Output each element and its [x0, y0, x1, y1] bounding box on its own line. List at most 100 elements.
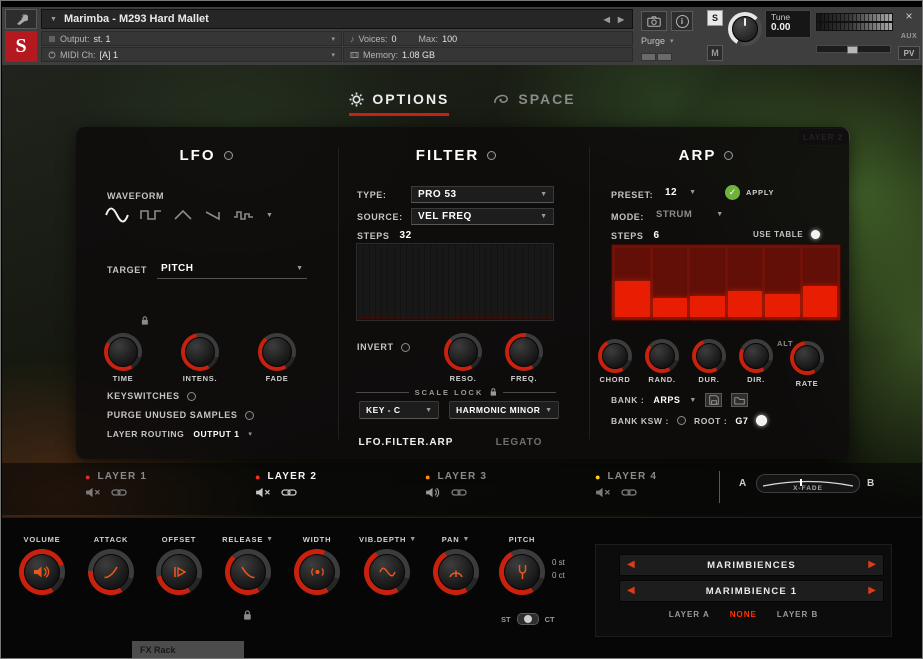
- snapshot-camera-button[interactable]: [641, 11, 667, 31]
- filter-step-cell[interactable]: [523, 245, 528, 319]
- arp-step-bar[interactable]: [803, 248, 838, 317]
- triangle-wave-icon[interactable]: [173, 207, 193, 223]
- bank-value[interactable]: ARPS: [653, 395, 680, 405]
- st-ct-toggle[interactable]: [517, 613, 539, 625]
- prev-instrument-icon[interactable]: ◀: [604, 15, 610, 24]
- filter-step-cell[interactable]: [486, 245, 491, 319]
- width-knob[interactable]: [294, 549, 340, 595]
- filter-step-cell[interactable]: [504, 245, 509, 319]
- filter-step-cell[interactable]: [474, 245, 479, 319]
- subtab-legato[interactable]: LEGATO: [487, 437, 551, 448]
- pitch-knob[interactable]: [499, 549, 545, 595]
- root-indicator[interactable]: [756, 415, 767, 426]
- bank-save-button[interactable]: [705, 393, 722, 407]
- filter-power-toggle[interactable]: [487, 151, 496, 160]
- arp-rate-knob[interactable]: [790, 341, 824, 375]
- tab-space[interactable]: SPACE: [493, 91, 575, 116]
- filter-step-cell[interactable]: [407, 245, 412, 319]
- ambience-layer-a[interactable]: LAYER A: [669, 610, 710, 619]
- layer-3-speaker-icon[interactable]: [425, 487, 441, 498]
- saw-wave-icon[interactable]: [204, 207, 222, 223]
- filter-type-dropdown[interactable]: PRO 53 ▼: [411, 186, 554, 203]
- filter-step-cell[interactable]: [382, 245, 387, 319]
- filter-step-cell[interactable]: [510, 245, 515, 319]
- arp-duration-knob[interactable]: [692, 339, 726, 373]
- pv-button[interactable]: PV: [898, 46, 920, 60]
- filter-frequency-knob[interactable]: [505, 333, 543, 371]
- filter-step-cell[interactable]: [358, 245, 363, 319]
- root-value[interactable]: G7: [735, 416, 748, 426]
- arp-step-bar[interactable]: [765, 248, 800, 317]
- filter-step-cell[interactable]: [516, 245, 521, 319]
- filter-step-cell[interactable]: [468, 245, 473, 319]
- arp-apply[interactable]: ✓ APPLY: [725, 185, 774, 200]
- filter-step-cell[interactable]: [498, 245, 503, 319]
- master-pan-slider[interactable]: [816, 45, 891, 53]
- tab-performance[interactable]: Performance: [2, 639, 130, 659]
- arp-chord-knob[interactable]: [598, 339, 632, 373]
- midi-value[interactable]: [A] 1: [100, 50, 119, 60]
- output-row[interactable]: Output: st. 1 ▾: [41, 31, 342, 46]
- filter-source-dropdown[interactable]: VEL FREQ ▼: [411, 208, 554, 225]
- arp-step-bar[interactable]: [653, 248, 688, 317]
- filter-step-cell[interactable]: [541, 245, 546, 319]
- filter-step-cell[interactable]: [370, 245, 375, 319]
- bottom-lock-icon[interactable]: [242, 609, 252, 621]
- offset-knob[interactable]: [156, 549, 202, 595]
- layer-4-mute-icon[interactable]: [595, 487, 611, 498]
- wrench-button[interactable]: [5, 9, 37, 29]
- lfo-intensity-knob[interactable]: [181, 333, 219, 371]
- filter-steps-value[interactable]: 32: [400, 230, 412, 241]
- ambience-preset-next-icon[interactable]: ▶: [868, 586, 876, 596]
- output-value[interactable]: st. 1: [94, 34, 111, 44]
- layer-2-mute-icon[interactable]: [255, 487, 271, 498]
- volume-knob[interactable]: [19, 549, 65, 595]
- layer-4-tab[interactable]: ● LAYER 4: [595, 471, 657, 498]
- xfade-slider[interactable]: X-FADE: [756, 474, 860, 493]
- filter-step-cell[interactable]: [492, 245, 497, 319]
- filter-step-cell[interactable]: [413, 245, 418, 319]
- release-knob[interactable]: [225, 549, 271, 595]
- use-table-toggle[interactable]: [811, 230, 820, 239]
- waveform-caret-icon[interactable]: ▼: [266, 212, 273, 219]
- preset-prev-button[interactable]: [641, 53, 656, 61]
- filter-step-cell[interactable]: [449, 245, 454, 319]
- ambience-category-selector[interactable]: ◀ MARIMBIENCES ▶: [619, 554, 884, 576]
- arp-step-bar[interactable]: [615, 248, 650, 317]
- lfo-target-dropdown[interactable]: PITCH ▼: [157, 259, 307, 279]
- filter-step-cell[interactable]: [425, 245, 430, 319]
- midi-caret-icon[interactable]: ▾: [331, 51, 335, 59]
- filter-step-cell[interactable]: [395, 245, 400, 319]
- aux-button[interactable]: AUX: [896, 30, 922, 42]
- ambience-preset-selector[interactable]: ◀ MARIMBIENCE 1 ▶: [619, 580, 884, 602]
- preset-next-button[interactable]: [657, 53, 672, 61]
- layer-routing-caret-icon[interactable]: ▾: [248, 430, 252, 438]
- instrument-title-bar[interactable]: ▼ Marimba - M293 Hard Mallet ◀ ▶: [41, 9, 633, 29]
- filter-step-cell[interactable]: [529, 245, 534, 319]
- filter-step-cell[interactable]: [462, 245, 467, 319]
- layer-2-tab[interactable]: ● LAYER 2: [255, 471, 317, 498]
- max-voices-value[interactable]: 100: [442, 34, 457, 44]
- filter-resonance-knob[interactable]: [444, 333, 482, 371]
- arp-power-toggle[interactable]: [724, 151, 733, 160]
- tab-options[interactable]: OPTIONS: [349, 91, 449, 116]
- midi-row[interactable]: MIDI Ch: [A] 1 ▾: [41, 47, 342, 62]
- tune-readout[interactable]: Tune 0.00: [765, 10, 811, 38]
- arp-step-bar[interactable]: [690, 248, 725, 317]
- output-caret-icon[interactable]: ▾: [331, 35, 335, 43]
- lfo-time-knob[interactable]: [104, 333, 142, 371]
- scale-lock-icon[interactable]: [489, 387, 497, 397]
- arp-step-bar[interactable]: [728, 248, 763, 317]
- info-button[interactable]: i: [671, 11, 693, 31]
- bank-load-button[interactable]: [731, 393, 748, 407]
- layer-3-link-icon[interactable]: [451, 488, 467, 497]
- bank-ksw-toggle[interactable]: [677, 416, 686, 425]
- tab-fx-rack[interactable]: FX Rack: [132, 641, 244, 659]
- layer-routing-value[interactable]: OUTPUT 1: [193, 429, 239, 439]
- title-caret-icon[interactable]: ▼: [50, 16, 57, 23]
- purge-menu[interactable]: Purge ▾: [641, 34, 693, 48]
- subtab-lfo-filter-arp[interactable]: LFO.FILTER.ARP: [346, 437, 466, 448]
- mute-button[interactable]: M: [707, 45, 723, 61]
- tune-value[interactable]: 0.00: [771, 22, 805, 33]
- layer-1-tab[interactable]: ● LAYER 1: [85, 471, 147, 498]
